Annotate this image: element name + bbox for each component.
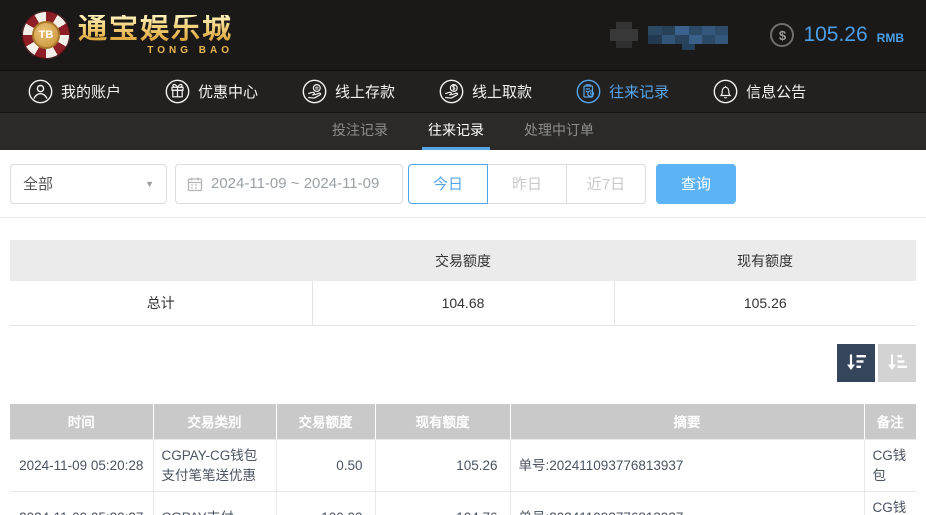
balance-display[interactable]: $ 105.26 RMB: [770, 23, 904, 47]
nav-label: 线上存款: [335, 84, 396, 101]
record-time: 2024-11-09 05:20:28: [10, 438, 154, 492]
nav-item-my-account[interactable]: 我的账户: [28, 79, 121, 104]
record-amount: 0.50: [276, 438, 376, 492]
sort-controls: [10, 343, 916, 382]
balance-currency: RMB: [876, 31, 904, 45]
record-amount: 100.00: [276, 491, 376, 515]
transaction-records-icon: [576, 79, 601, 104]
summary-table: 交易额度 现有额度 总计 104.68 105.26: [10, 240, 916, 326]
sort-descending-button[interactable]: [837, 343, 875, 382]
type-select-value: 全部: [23, 176, 54, 193]
record-remark: CG钱包: [864, 491, 916, 515]
nav-label: 信息公告: [746, 84, 807, 101]
date-range-input[interactable]: 2024-11-09 ~ 2024-11-09: [175, 163, 403, 204]
summary-col-empty: [10, 240, 312, 281]
calendar-icon: [187, 177, 203, 191]
user-area: [608, 20, 729, 50]
col-summary: 摘要: [510, 403, 865, 440]
gift-icon: [165, 79, 190, 104]
record-time: 2024-11-09 05:20:27: [10, 491, 154, 515]
table-row: 2024-11-09 05:20:28 CGPAY-CG钱包支付笔笔送优惠 0.…: [10, 438, 916, 492]
col-time: 时间: [10, 403, 154, 440]
record-summary: 单号:202411093776813937: [510, 438, 865, 492]
record-type: CGPAY-CG钱包支付笔笔送优惠: [153, 438, 277, 492]
logo-text: 通宝娱乐城 TONG BAO: [78, 12, 234, 56]
withdraw-hand-dollar-icon: [439, 79, 464, 104]
record-balance: 104.76: [375, 491, 511, 515]
summary-total-label: 总计: [10, 281, 312, 326]
record-type: CGPAY支付: [153, 491, 277, 515]
record-summary: 单号:202411093776813937: [510, 491, 865, 515]
record-balance: 105.26: [375, 438, 511, 492]
user-icon: [28, 79, 53, 104]
sub-nav: 投注记录 往来记录 处理中订单: [0, 112, 926, 150]
site-subtitle: TONG BAO: [147, 44, 234, 56]
main-nav: 我的账户 优惠中心 线上存款 线上取款 往来记录 信息公告: [0, 70, 926, 112]
nav-label: 我的账户: [61, 84, 122, 101]
record-remark: CG钱包: [864, 438, 916, 492]
tab-betting-records[interactable]: 投注记录: [326, 113, 394, 150]
summary-col-transaction: 交易额度: [312, 240, 614, 281]
col-amount: 交易额度: [276, 403, 376, 440]
date-range-value: 2024-11-09 ~ 2024-11-09: [211, 175, 380, 192]
col-balance: 现有额度: [375, 403, 511, 440]
deposit-hand-coin-icon: [302, 79, 327, 104]
bell-icon: [713, 79, 738, 104]
dollar-circle-icon: $: [770, 23, 795, 47]
nav-item-withdraw[interactable]: 线上取款: [439, 79, 532, 104]
summary-total-balance: 105.26: [613, 281, 916, 326]
balance-amount: 105.26: [803, 23, 868, 46]
nav-item-announcements[interactable]: 信息公告: [713, 79, 806, 104]
tab-transaction-records[interactable]: 往来记录: [422, 113, 490, 150]
site-logo[interactable]: TB 通宝娱乐城 TONG BAO: [22, 11, 233, 59]
summary-header-row: 交易额度 现有额度: [10, 240, 916, 281]
col-remark: 备注: [864, 403, 916, 440]
chip-center-label: TB: [32, 21, 60, 49]
sort-ascending-icon: [888, 354, 907, 370]
today-button[interactable]: 今日: [408, 163, 488, 204]
nav-label: 往来记录: [609, 84, 670, 101]
quick-date-group: 今日 昨日 近7日: [408, 163, 646, 204]
search-button[interactable]: 查询: [656, 163, 736, 204]
filter-bar: 全部 ▼ 2024-11-09 ~ 2024-11-09 今日 昨日 近7日 查…: [0, 150, 926, 218]
summary-total-transaction: 104.68: [311, 281, 614, 326]
top-header: TB 通宝娱乐城 TONG BAO $ 105.26 RMB: [0, 0, 926, 70]
sort-descending-icon: [847, 354, 866, 370]
tab-pending-orders[interactable]: 处理中订单: [518, 113, 600, 150]
blurred-avatar: [610, 22, 639, 48]
nav-item-transaction-records[interactable]: 往来记录: [576, 79, 669, 104]
records-table: 时间 交易类别 交易额度 现有额度 摘要 备注 2024-11-09 05:20…: [10, 403, 916, 515]
summary-total-row: 总计 104.68 105.26: [10, 281, 916, 326]
nav-label: 优惠中心: [198, 84, 259, 101]
nav-item-promotions[interactable]: 优惠中心: [165, 79, 258, 104]
blurred-username: [648, 26, 729, 50]
yesterday-button[interactable]: 昨日: [487, 163, 567, 204]
chevron-down-icon: ▼: [145, 178, 154, 189]
nav-label: 线上取款: [472, 84, 533, 101]
type-select[interactable]: 全部 ▼: [10, 163, 167, 204]
site-title: 通宝娱乐城: [78, 12, 234, 45]
sort-ascending-button[interactable]: [878, 343, 916, 382]
last7days-button[interactable]: 近7日: [566, 163, 646, 204]
dollar-symbol: $: [778, 27, 787, 43]
nav-item-deposit[interactable]: 线上存款: [302, 79, 395, 104]
records-header-row: 时间 交易类别 交易额度 现有额度 摘要 备注: [10, 403, 916, 440]
table-row: 2024-11-09 05:20:27 CGPAY支付 100.00 104.7…: [10, 491, 916, 515]
casino-chip-logo-icon: TB: [22, 11, 70, 59]
col-type: 交易类别: [153, 403, 277, 440]
summary-col-balance: 现有额度: [614, 240, 916, 281]
